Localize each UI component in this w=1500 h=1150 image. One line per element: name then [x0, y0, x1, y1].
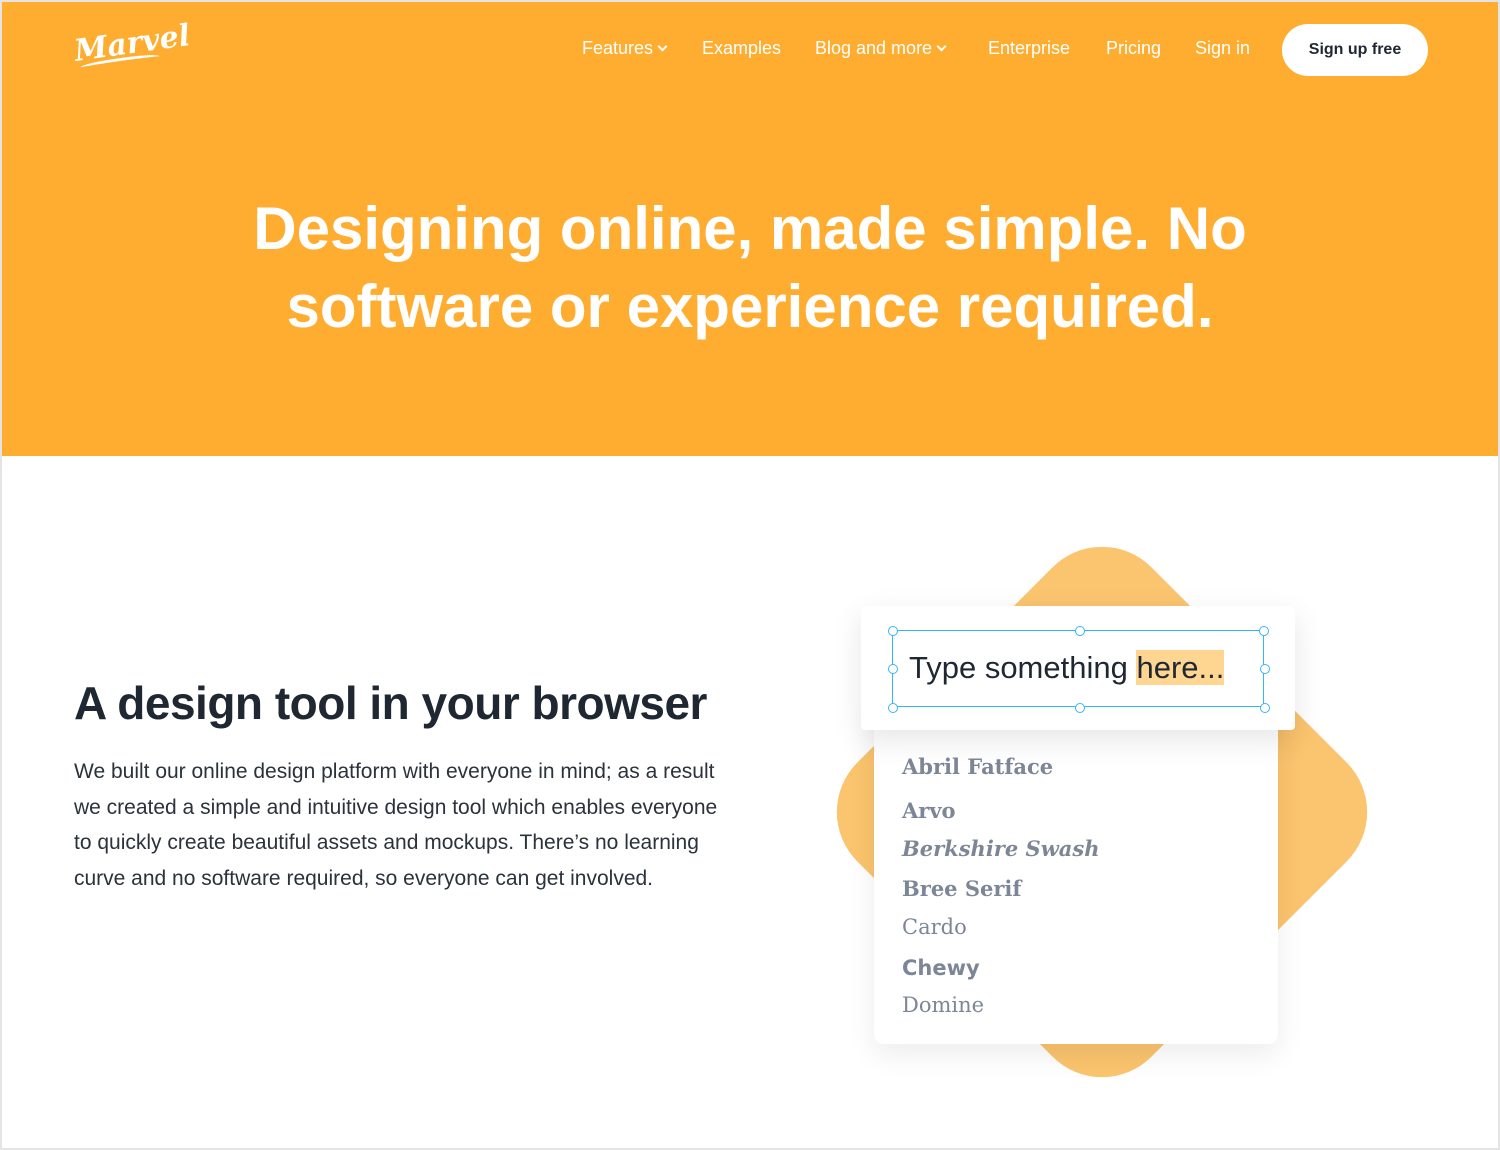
nav-blog[interactable]: Blog and more	[815, 38, 947, 59]
nav-sign-in[interactable]: Sign in	[1195, 38, 1250, 59]
section-body: We built our online design platform with…	[74, 760, 718, 890]
chevron-down-icon	[657, 41, 668, 52]
font-option[interactable]: Arvo	[902, 798, 956, 823]
font-option[interactable]: Bree Serif	[902, 876, 1021, 901]
hero-headline: Designing online, made simple. No softwa…	[2, 190, 1498, 346]
section-title: A design tool in your browser	[74, 677, 707, 729]
text-editor-card: Type something here...	[861, 606, 1295, 730]
hero: Marvel Features Examples Blog and more E…	[2, 2, 1498, 456]
chevron-down-icon	[936, 41, 947, 52]
nav-features[interactable]: Features	[582, 38, 668, 59]
resize-handle[interactable]	[1075, 703, 1085, 713]
font-option[interactable]: Domine	[902, 993, 984, 1017]
font-list: Abril Fatface Arvo Berkshire Swash Bree …	[874, 702, 1278, 1044]
resize-handle[interactable]	[1260, 703, 1270, 713]
font-option[interactable]: Cardo	[902, 915, 967, 939]
resize-handle[interactable]	[888, 664, 898, 674]
font-option[interactable]: Abril Fatface	[902, 754, 1053, 779]
sample-text[interactable]: Type something here...	[909, 650, 1225, 686]
nav-label: Features	[582, 38, 654, 58]
nav-examples[interactable]: Examples	[702, 38, 781, 59]
resize-handle[interactable]	[1259, 626, 1269, 636]
resize-handle[interactable]	[1075, 626, 1085, 636]
resize-handle[interactable]	[888, 703, 898, 713]
resize-handle[interactable]	[1260, 664, 1270, 674]
nav-enterprise[interactable]: Enterprise	[988, 38, 1070, 59]
font-option[interactable]: Berkshire Swash	[902, 836, 1099, 861]
nav-label: Blog and more	[815, 38, 933, 58]
headline-line: Designing online, made simple. No	[253, 195, 1247, 262]
sign-up-button[interactable]: Sign up free	[1282, 24, 1428, 76]
headline-line: software or experience required.	[286, 273, 1214, 340]
text-highlighted: here...	[1136, 650, 1225, 685]
nav-pricing[interactable]: Pricing	[1106, 38, 1161, 59]
resize-handle[interactable]	[888, 626, 898, 636]
text-plain: Type something	[909, 650, 1137, 685]
font-option[interactable]: Chewy	[902, 956, 980, 980]
